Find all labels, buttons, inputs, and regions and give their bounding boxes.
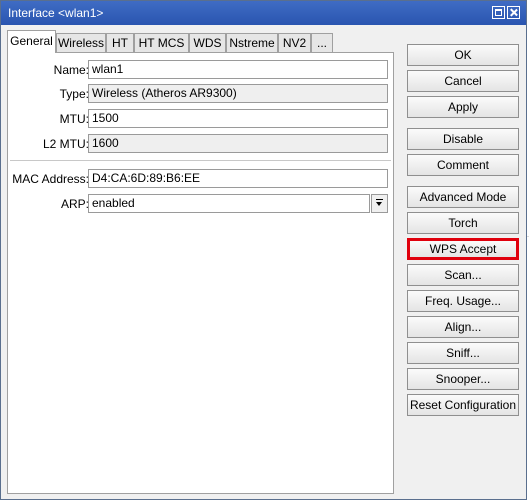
tab-general[interactable]: General: [7, 30, 56, 53]
wps-accept-button[interactable]: WPS Accept: [407, 238, 519, 260]
mtu-label: MTU:: [59, 112, 89, 126]
tab-ht-mcs[interactable]: HT MCS: [134, 33, 189, 52]
interface-dialog: Interface <wlan1> General Wireless HT HT…: [0, 0, 527, 500]
arp-select[interactable]: enabled: [88, 194, 370, 213]
tab-wireless[interactable]: Wireless: [56, 33, 106, 52]
ok-button[interactable]: OK: [407, 44, 519, 66]
maximize-icon[interactable]: [492, 6, 505, 19]
advanced-mode-button[interactable]: Advanced Mode: [407, 186, 519, 208]
l2mtu-row: L2 MTU: 1600: [8, 134, 395, 154]
comment-button[interactable]: Comment: [407, 154, 519, 176]
section-divider: [10, 160, 391, 161]
close-icon[interactable]: [507, 6, 520, 19]
freq-usage-button[interactable]: Freq. Usage...: [407, 290, 519, 312]
tab-wds[interactable]: WDS: [189, 33, 226, 52]
type-row: Type: Wireless (Atheros AR9300): [8, 84, 395, 104]
tab-nstreme[interactable]: Nstreme: [226, 33, 278, 52]
reset-configuration-button[interactable]: Reset Configuration: [407, 394, 519, 416]
tab-nv2[interactable]: NV2: [278, 33, 311, 52]
mtu-row: MTU: 1500: [8, 109, 395, 129]
align-button[interactable]: Align...: [407, 316, 519, 338]
mac-row: MAC Address: D4:CA:6D:89:B6:EE: [8, 169, 395, 189]
arp-label: ARP:: [60, 197, 89, 211]
name-label: Name:: [53, 63, 89, 77]
tab-more[interactable]: ...: [311, 33, 333, 52]
name-row: Name: wlan1: [8, 60, 395, 80]
sniff-button[interactable]: Sniff...: [407, 342, 519, 364]
l2mtu-label: L2 MTU:: [42, 137, 89, 151]
mtu-input[interactable]: 1500: [88, 109, 388, 128]
scan-button[interactable]: Scan...: [407, 264, 519, 286]
name-input[interactable]: wlan1: [88, 60, 388, 79]
cancel-button[interactable]: Cancel: [407, 70, 519, 92]
type-field: Wireless (Atheros AR9300): [88, 84, 388, 103]
dropdown-arrow-icon[interactable]: [371, 194, 388, 213]
type-label: Type:: [59, 87, 89, 101]
torch-button[interactable]: Torch: [407, 212, 519, 234]
disable-button[interactable]: Disable: [407, 128, 519, 150]
apply-button[interactable]: Apply: [407, 96, 519, 118]
title-bar[interactable]: Interface <wlan1>: [1, 1, 526, 25]
l2mtu-field: 1600: [88, 134, 388, 153]
general-panel: Name: wlan1 Type: Wireless (Atheros AR93…: [7, 52, 394, 494]
snooper-button[interactable]: Snooper...: [407, 368, 519, 390]
mac-label: MAC Address:: [12, 172, 89, 186]
window-title: Interface <wlan1>: [8, 6, 104, 20]
arp-row: ARP: enabled: [8, 194, 395, 214]
mac-address-input[interactable]: D4:CA:6D:89:B6:EE: [88, 169, 388, 188]
tab-ht[interactable]: HT: [106, 33, 134, 52]
